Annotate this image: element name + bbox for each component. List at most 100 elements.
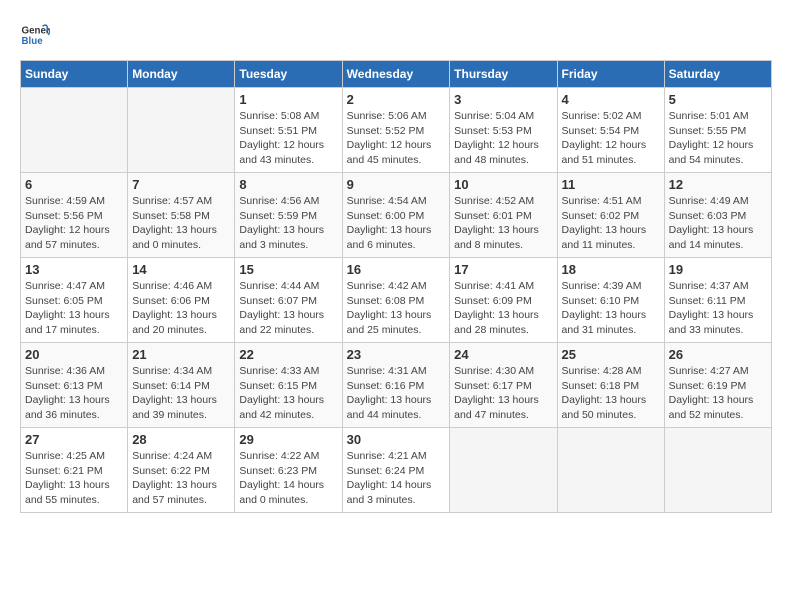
week-row-3: 13 Sunrise: 4:47 AM Sunset: 6:05 PM Dayli…	[21, 258, 772, 343]
calendar-cell: 13 Sunrise: 4:47 AM Sunset: 6:05 PM Dayli…	[21, 258, 128, 343]
calendar-cell: 5 Sunrise: 5:01 AM Sunset: 5:55 PM Daylig…	[664, 88, 771, 173]
calendar-cell: 11Sunrise: 4:51 AM Sunset: 6:02 PM Dayli…	[557, 173, 664, 258]
calendar-cell: 30 Sunrise: 4:21 AM Sunset: 6:24 PM Dayli…	[342, 428, 450, 513]
calendar-cell: 28Sunrise: 4:24 AM Sunset: 6:22 PM Dayli…	[128, 428, 235, 513]
calendar-cell	[664, 428, 771, 513]
day-number: 2	[347, 92, 446, 107]
day-detail: Sunrise: 4:27 AM Sunset: 6:19 PM Dayligh…	[669, 364, 767, 423]
calendar-cell: 26Sunrise: 4:27 AM Sunset: 6:19 PM Dayli…	[664, 343, 771, 428]
day-number: 24	[454, 347, 552, 362]
day-detail: Sunrise: 4:37 AM Sunset: 6:11 PM Dayligh…	[669, 279, 767, 338]
calendar-cell: 29 Sunrise: 4:22 AM Sunset: 6:23 PM Dayli…	[235, 428, 342, 513]
day-detail: Sunrise: 5:06 AM Sunset: 5:52 PM Dayligh…	[347, 109, 446, 168]
calendar-cell	[557, 428, 664, 513]
day-header-friday: Friday	[557, 61, 664, 88]
calendar-header-row: SundayMondayTuesdayWednesdayThursdayFrid…	[21, 61, 772, 88]
calendar-cell: 27 Sunrise: 4:25 AM Sunset: 6:21 PM Dayli…	[21, 428, 128, 513]
day-header-sunday: Sunday	[21, 61, 128, 88]
day-number: 21	[132, 347, 230, 362]
week-row-5: 27 Sunrise: 4:25 AM Sunset: 6:21 PM Dayli…	[21, 428, 772, 513]
day-detail: Sunrise: 4:33 AM Sunset: 6:15 PM Dayligh…	[239, 364, 337, 423]
day-number: 20	[25, 347, 123, 362]
day-number: 9	[347, 177, 446, 192]
calendar-body: 1Sunrise: 5:08 AM Sunset: 5:51 PM Daylig…	[21, 88, 772, 513]
day-number: 16	[347, 262, 446, 277]
svg-text:General: General	[22, 26, 51, 37]
day-number: 10	[454, 177, 552, 192]
day-header-monday: Monday	[128, 61, 235, 88]
day-detail: Sunrise: 5:01 AM Sunset: 5:55 PM Dayligh…	[669, 109, 767, 168]
week-row-1: 1Sunrise: 5:08 AM Sunset: 5:51 PM Daylig…	[21, 88, 772, 173]
calendar-cell: 20 Sunrise: 4:36 AM Sunset: 6:13 PM Dayli…	[21, 343, 128, 428]
day-detail: Sunrise: 4:57 AM Sunset: 5:58 PM Dayligh…	[132, 194, 230, 253]
day-number: 5	[669, 92, 767, 107]
day-detail: Sunrise: 4:52 AM Sunset: 6:01 PM Dayligh…	[454, 194, 552, 253]
calendar-cell: 18 Sunrise: 4:39 AM Sunset: 6:10 PM Dayli…	[557, 258, 664, 343]
day-number: 25	[562, 347, 660, 362]
day-detail: Sunrise: 4:25 AM Sunset: 6:21 PM Dayligh…	[25, 449, 123, 508]
calendar-cell	[450, 428, 557, 513]
logo-icon: General Blue	[20, 20, 50, 50]
day-detail: Sunrise: 4:42 AM Sunset: 6:08 PM Dayligh…	[347, 279, 446, 338]
day-detail: Sunrise: 4:31 AM Sunset: 6:16 PM Dayligh…	[347, 364, 446, 423]
calendar-cell: 23Sunrise: 4:31 AM Sunset: 6:16 PM Dayli…	[342, 343, 450, 428]
day-detail: Sunrise: 4:28 AM Sunset: 6:18 PM Dayligh…	[562, 364, 660, 423]
calendar-cell: 6 Sunrise: 4:59 AM Sunset: 5:56 PM Daylig…	[21, 173, 128, 258]
calendar-table: SundayMondayTuesdayWednesdayThursdayFrid…	[20, 60, 772, 513]
day-header-thursday: Thursday	[450, 61, 557, 88]
day-detail: Sunrise: 5:02 AM Sunset: 5:54 PM Dayligh…	[562, 109, 660, 168]
day-detail: Sunrise: 4:44 AM Sunset: 6:07 PM Dayligh…	[239, 279, 337, 338]
week-row-2: 6 Sunrise: 4:59 AM Sunset: 5:56 PM Daylig…	[21, 173, 772, 258]
day-number: 8	[239, 177, 337, 192]
day-number: 1	[239, 92, 337, 107]
day-detail: Sunrise: 4:54 AM Sunset: 6:00 PM Dayligh…	[347, 194, 446, 253]
day-detail: Sunrise: 4:30 AM Sunset: 6:17 PM Dayligh…	[454, 364, 552, 423]
day-number: 17	[454, 262, 552, 277]
calendar-cell: 7 Sunrise: 4:57 AM Sunset: 5:58 PM Daylig…	[128, 173, 235, 258]
day-number: 18	[562, 262, 660, 277]
logo: General Blue	[20, 20, 54, 50]
day-detail: Sunrise: 4:39 AM Sunset: 6:10 PM Dayligh…	[562, 279, 660, 338]
day-number: 30	[347, 432, 446, 447]
page-header: General Blue	[20, 20, 772, 50]
day-header-saturday: Saturday	[664, 61, 771, 88]
day-detail: Sunrise: 4:59 AM Sunset: 5:56 PM Dayligh…	[25, 194, 123, 253]
calendar-cell	[128, 88, 235, 173]
calendar-cell: 19 Sunrise: 4:37 AM Sunset: 6:11 PM Dayli…	[664, 258, 771, 343]
day-number: 15	[239, 262, 337, 277]
day-number: 19	[669, 262, 767, 277]
calendar-cell: 3 Sunrise: 5:04 AM Sunset: 5:53 PM Daylig…	[450, 88, 557, 173]
day-detail: Sunrise: 4:47 AM Sunset: 6:05 PM Dayligh…	[25, 279, 123, 338]
calendar-cell: 4 Sunrise: 5:02 AM Sunset: 5:54 PM Daylig…	[557, 88, 664, 173]
calendar-cell: 1Sunrise: 5:08 AM Sunset: 5:51 PM Daylig…	[235, 88, 342, 173]
day-number: 29	[239, 432, 337, 447]
day-number: 14	[132, 262, 230, 277]
calendar-cell: 14Sunrise: 4:46 AM Sunset: 6:06 PM Dayli…	[128, 258, 235, 343]
day-number: 22	[239, 347, 337, 362]
day-number: 3	[454, 92, 552, 107]
day-number: 11	[562, 177, 660, 192]
day-number: 7	[132, 177, 230, 192]
day-number: 6	[25, 177, 123, 192]
day-detail: Sunrise: 4:22 AM Sunset: 6:23 PM Dayligh…	[239, 449, 337, 508]
calendar-cell: 21 Sunrise: 4:34 AM Sunset: 6:14 PM Dayli…	[128, 343, 235, 428]
day-detail: Sunrise: 4:56 AM Sunset: 5:59 PM Dayligh…	[239, 194, 337, 253]
day-number: 4	[562, 92, 660, 107]
day-header-wednesday: Wednesday	[342, 61, 450, 88]
calendar-cell	[21, 88, 128, 173]
day-number: 13	[25, 262, 123, 277]
day-detail: Sunrise: 5:04 AM Sunset: 5:53 PM Dayligh…	[454, 109, 552, 168]
calendar-cell: 12Sunrise: 4:49 AM Sunset: 6:03 PM Dayli…	[664, 173, 771, 258]
calendar-cell: 17Sunrise: 4:41 AM Sunset: 6:09 PM Dayli…	[450, 258, 557, 343]
day-detail: Sunrise: 4:36 AM Sunset: 6:13 PM Dayligh…	[25, 364, 123, 423]
day-header-tuesday: Tuesday	[235, 61, 342, 88]
calendar-cell: 10 Sunrise: 4:52 AM Sunset: 6:01 PM Dayli…	[450, 173, 557, 258]
day-number: 27	[25, 432, 123, 447]
day-detail: Sunrise: 4:49 AM Sunset: 6:03 PM Dayligh…	[669, 194, 767, 253]
day-detail: Sunrise: 4:34 AM Sunset: 6:14 PM Dayligh…	[132, 364, 230, 423]
svg-text:Blue: Blue	[22, 36, 44, 47]
day-detail: Sunrise: 4:21 AM Sunset: 6:24 PM Dayligh…	[347, 449, 446, 508]
calendar-cell: 24 Sunrise: 4:30 AM Sunset: 6:17 PM Dayli…	[450, 343, 557, 428]
day-detail: Sunrise: 4:24 AM Sunset: 6:22 PM Dayligh…	[132, 449, 230, 508]
calendar-cell: 15 Sunrise: 4:44 AM Sunset: 6:07 PM Dayli…	[235, 258, 342, 343]
